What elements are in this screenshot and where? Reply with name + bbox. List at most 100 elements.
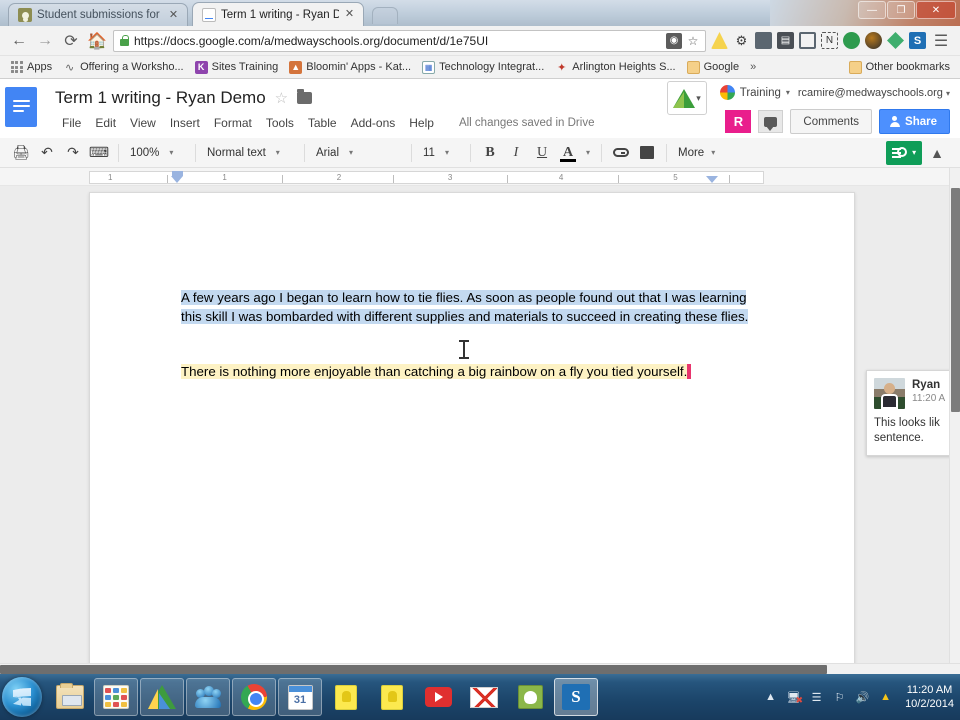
left-indent-marker[interactable] xyxy=(170,176,183,183)
avatar[interactable]: R xyxy=(725,110,752,133)
taskbar-clock[interactable]: 11:20 AM 10/2/2014 xyxy=(901,683,954,711)
collapse-chevron-icon[interactable]: ▲ xyxy=(922,145,952,161)
document-page[interactable]: A few years ago I began to learn how to … xyxy=(89,192,855,664)
bookmark-technology-integration[interactable]: ▦ Technology Integrat... xyxy=(417,59,549,76)
bookmarks-overflow-button[interactable]: » xyxy=(745,59,761,75)
minimize-button[interactable]: — xyxy=(858,1,886,19)
font-size-select[interactable]: 11 ▾ xyxy=(418,142,464,164)
document-ruler[interactable]: 1 1 2 3 4 5 xyxy=(0,168,950,186)
screencastify-icon[interactable]: ◉ xyxy=(666,32,682,49)
browser-tab-0[interactable]: Student submissions for 1 ✕ xyxy=(8,3,188,26)
taskbar-item-app-launcher[interactable] xyxy=(94,678,138,716)
back-arrow-icon[interactable]: ← xyxy=(6,28,32,54)
menu-item-view[interactable]: View xyxy=(123,113,163,133)
close-icon[interactable]: ✕ xyxy=(344,9,355,20)
forward-arrow-icon[interactable]: → xyxy=(32,28,58,54)
text-color-button[interactable]: A xyxy=(555,142,581,164)
new-tab-button[interactable] xyxy=(372,7,398,24)
horizontal-scrollbar-thumb[interactable] xyxy=(0,665,827,674)
paragraph-style-select[interactable]: Normal text ▾ xyxy=(202,142,298,164)
undo-icon[interactable]: ↶ xyxy=(34,142,60,164)
page-title[interactable]: Term 1 writing - Ryan Demo xyxy=(55,88,266,108)
comments-button[interactable]: Comments xyxy=(790,109,873,134)
home-icon[interactable]: 🏠 xyxy=(84,28,110,54)
share-button[interactable]: Share xyxy=(879,109,950,134)
menu-item-insert[interactable]: Insert xyxy=(163,113,207,133)
document-paragraph-1[interactable]: A few years ago I began to learn how to … xyxy=(181,289,769,327)
close-icon[interactable]: ✕ xyxy=(168,9,179,21)
font-select[interactable]: Arial ▾ xyxy=(311,142,405,164)
vertical-scrollbar[interactable] xyxy=(949,168,960,664)
camera-icon[interactable] xyxy=(865,32,882,49)
show-hidden-icons-arrow[interactable]: ▲ xyxy=(763,690,778,705)
comment-card[interactable]: Ryan 11:20 A This looks lik sentence. xyxy=(866,370,960,456)
bookmark-folder-google[interactable]: Google xyxy=(682,59,744,76)
taskbar-item-google-drive[interactable] xyxy=(140,678,184,716)
taskbar-item-google-calendar[interactable]: 31 xyxy=(278,678,322,716)
restore-button[interactable]: ❐ xyxy=(887,1,915,19)
browser-tab-1[interactable]: Term 1 writing - Ryan Dem ✕ xyxy=(192,2,364,26)
menu-item-edit[interactable]: Edit xyxy=(88,113,123,133)
drive-sync-icon[interactable]: ▲ xyxy=(878,690,893,705)
taskbar-item-google-keep[interactable] xyxy=(324,678,368,716)
film-icon[interactable]: ▤ xyxy=(777,32,794,49)
chrome-menu-icon[interactable]: ☰ xyxy=(928,28,954,54)
right-indent-marker[interactable] xyxy=(705,176,718,183)
taskbar-item-gmail[interactable] xyxy=(462,678,506,716)
taskbar-item-youtube[interactable] xyxy=(416,678,460,716)
drive-icon[interactable] xyxy=(711,32,728,49)
taskbar-item-people[interactable] xyxy=(186,678,230,716)
bookmark-arlington-heights[interactable]: ✦ Arlington Heights S... xyxy=(550,59,680,76)
menu-item-table[interactable]: Table xyxy=(301,113,344,133)
signal-bars-icon[interactable]: ☰ xyxy=(809,690,824,705)
snagit-icon[interactable]: S xyxy=(909,32,926,49)
taskbar-item-snagit[interactable]: S xyxy=(554,678,598,716)
paint-format-icon[interactable]: ⌨ xyxy=(86,142,112,164)
taskbar-item-google-chrome[interactable] xyxy=(232,678,276,716)
network-error-icon[interactable]: 🖥 ✖ xyxy=(786,690,803,705)
account-email[interactable]: rcamire@medwayschools.org ▾ xyxy=(798,87,950,99)
menu-item-file[interactable]: File xyxy=(55,113,88,133)
close-button[interactable]: ✕ xyxy=(916,1,956,19)
image-icon[interactable] xyxy=(634,142,660,164)
chevron-down-icon[interactable]: ▾ xyxy=(581,142,595,164)
redo-icon[interactable]: ↷ xyxy=(60,142,86,164)
bookmark-sites-training[interactable]: K Sites Training xyxy=(190,59,284,76)
taskbar-item-google-contacts[interactable] xyxy=(508,678,552,716)
more-button[interactable]: More ▾ xyxy=(673,147,720,159)
menu-item-help[interactable]: Help xyxy=(402,113,441,133)
vertical-scrollbar-thumb[interactable] xyxy=(951,188,960,412)
star-icon[interactable]: ☆ xyxy=(685,33,701,49)
volume-icon[interactable]: 🔊 xyxy=(855,690,870,705)
address-bar[interactable]: https://docs.google.com/a/medwayschools.… xyxy=(113,29,706,52)
comment-bubble-icon[interactable] xyxy=(758,110,784,133)
action-center-icon[interactable]: ⚐ xyxy=(832,690,847,705)
underline-button[interactable]: U xyxy=(529,142,555,164)
taskbar-item-google-keep-2[interactable] xyxy=(370,678,414,716)
star-icon[interactable]: ☆ xyxy=(275,89,288,107)
bookmark-apps[interactable]: Apps xyxy=(5,59,57,76)
editing-mode-icon[interactable]: ▾ xyxy=(886,140,923,165)
windows-start-orb[interactable] xyxy=(2,677,42,717)
monitor-icon[interactable] xyxy=(755,32,772,49)
drive-badge[interactable]: ▾ xyxy=(667,81,707,115)
screencastify-icon[interactable]: ⚙ xyxy=(733,32,750,49)
menu-item-format[interactable]: Format xyxy=(207,113,259,133)
zoom-select[interactable]: 100% ▾ xyxy=(125,142,189,164)
taskbar-item-file-explorer[interactable] xyxy=(48,678,92,716)
horizontal-scrollbar[interactable] xyxy=(0,663,960,674)
bookmark-bloomin-apps[interactable]: ▲ Bloomin' Apps - Kat... xyxy=(284,59,416,76)
link-icon[interactable] xyxy=(608,142,634,164)
diamond-icon[interactable] xyxy=(887,32,904,49)
other-bookmarks-folder[interactable]: Other bookmarks xyxy=(844,59,955,76)
org-switcher[interactable]: Training ▾ xyxy=(719,85,790,100)
bold-button[interactable]: B xyxy=(477,142,503,164)
document-canvas[interactable]: A few years ago I began to learn how to … xyxy=(0,186,950,664)
menu-item-tools[interactable]: Tools xyxy=(259,113,301,133)
folder-icon[interactable] xyxy=(297,89,313,104)
maps-pin-icon[interactable] xyxy=(843,32,860,49)
evernote-icon[interactable]: N xyxy=(821,32,838,49)
reload-icon[interactable]: ⟳ xyxy=(58,28,84,54)
google-docs-logo[interactable] xyxy=(5,87,37,127)
print-icon[interactable]: 🖨 xyxy=(8,142,34,164)
